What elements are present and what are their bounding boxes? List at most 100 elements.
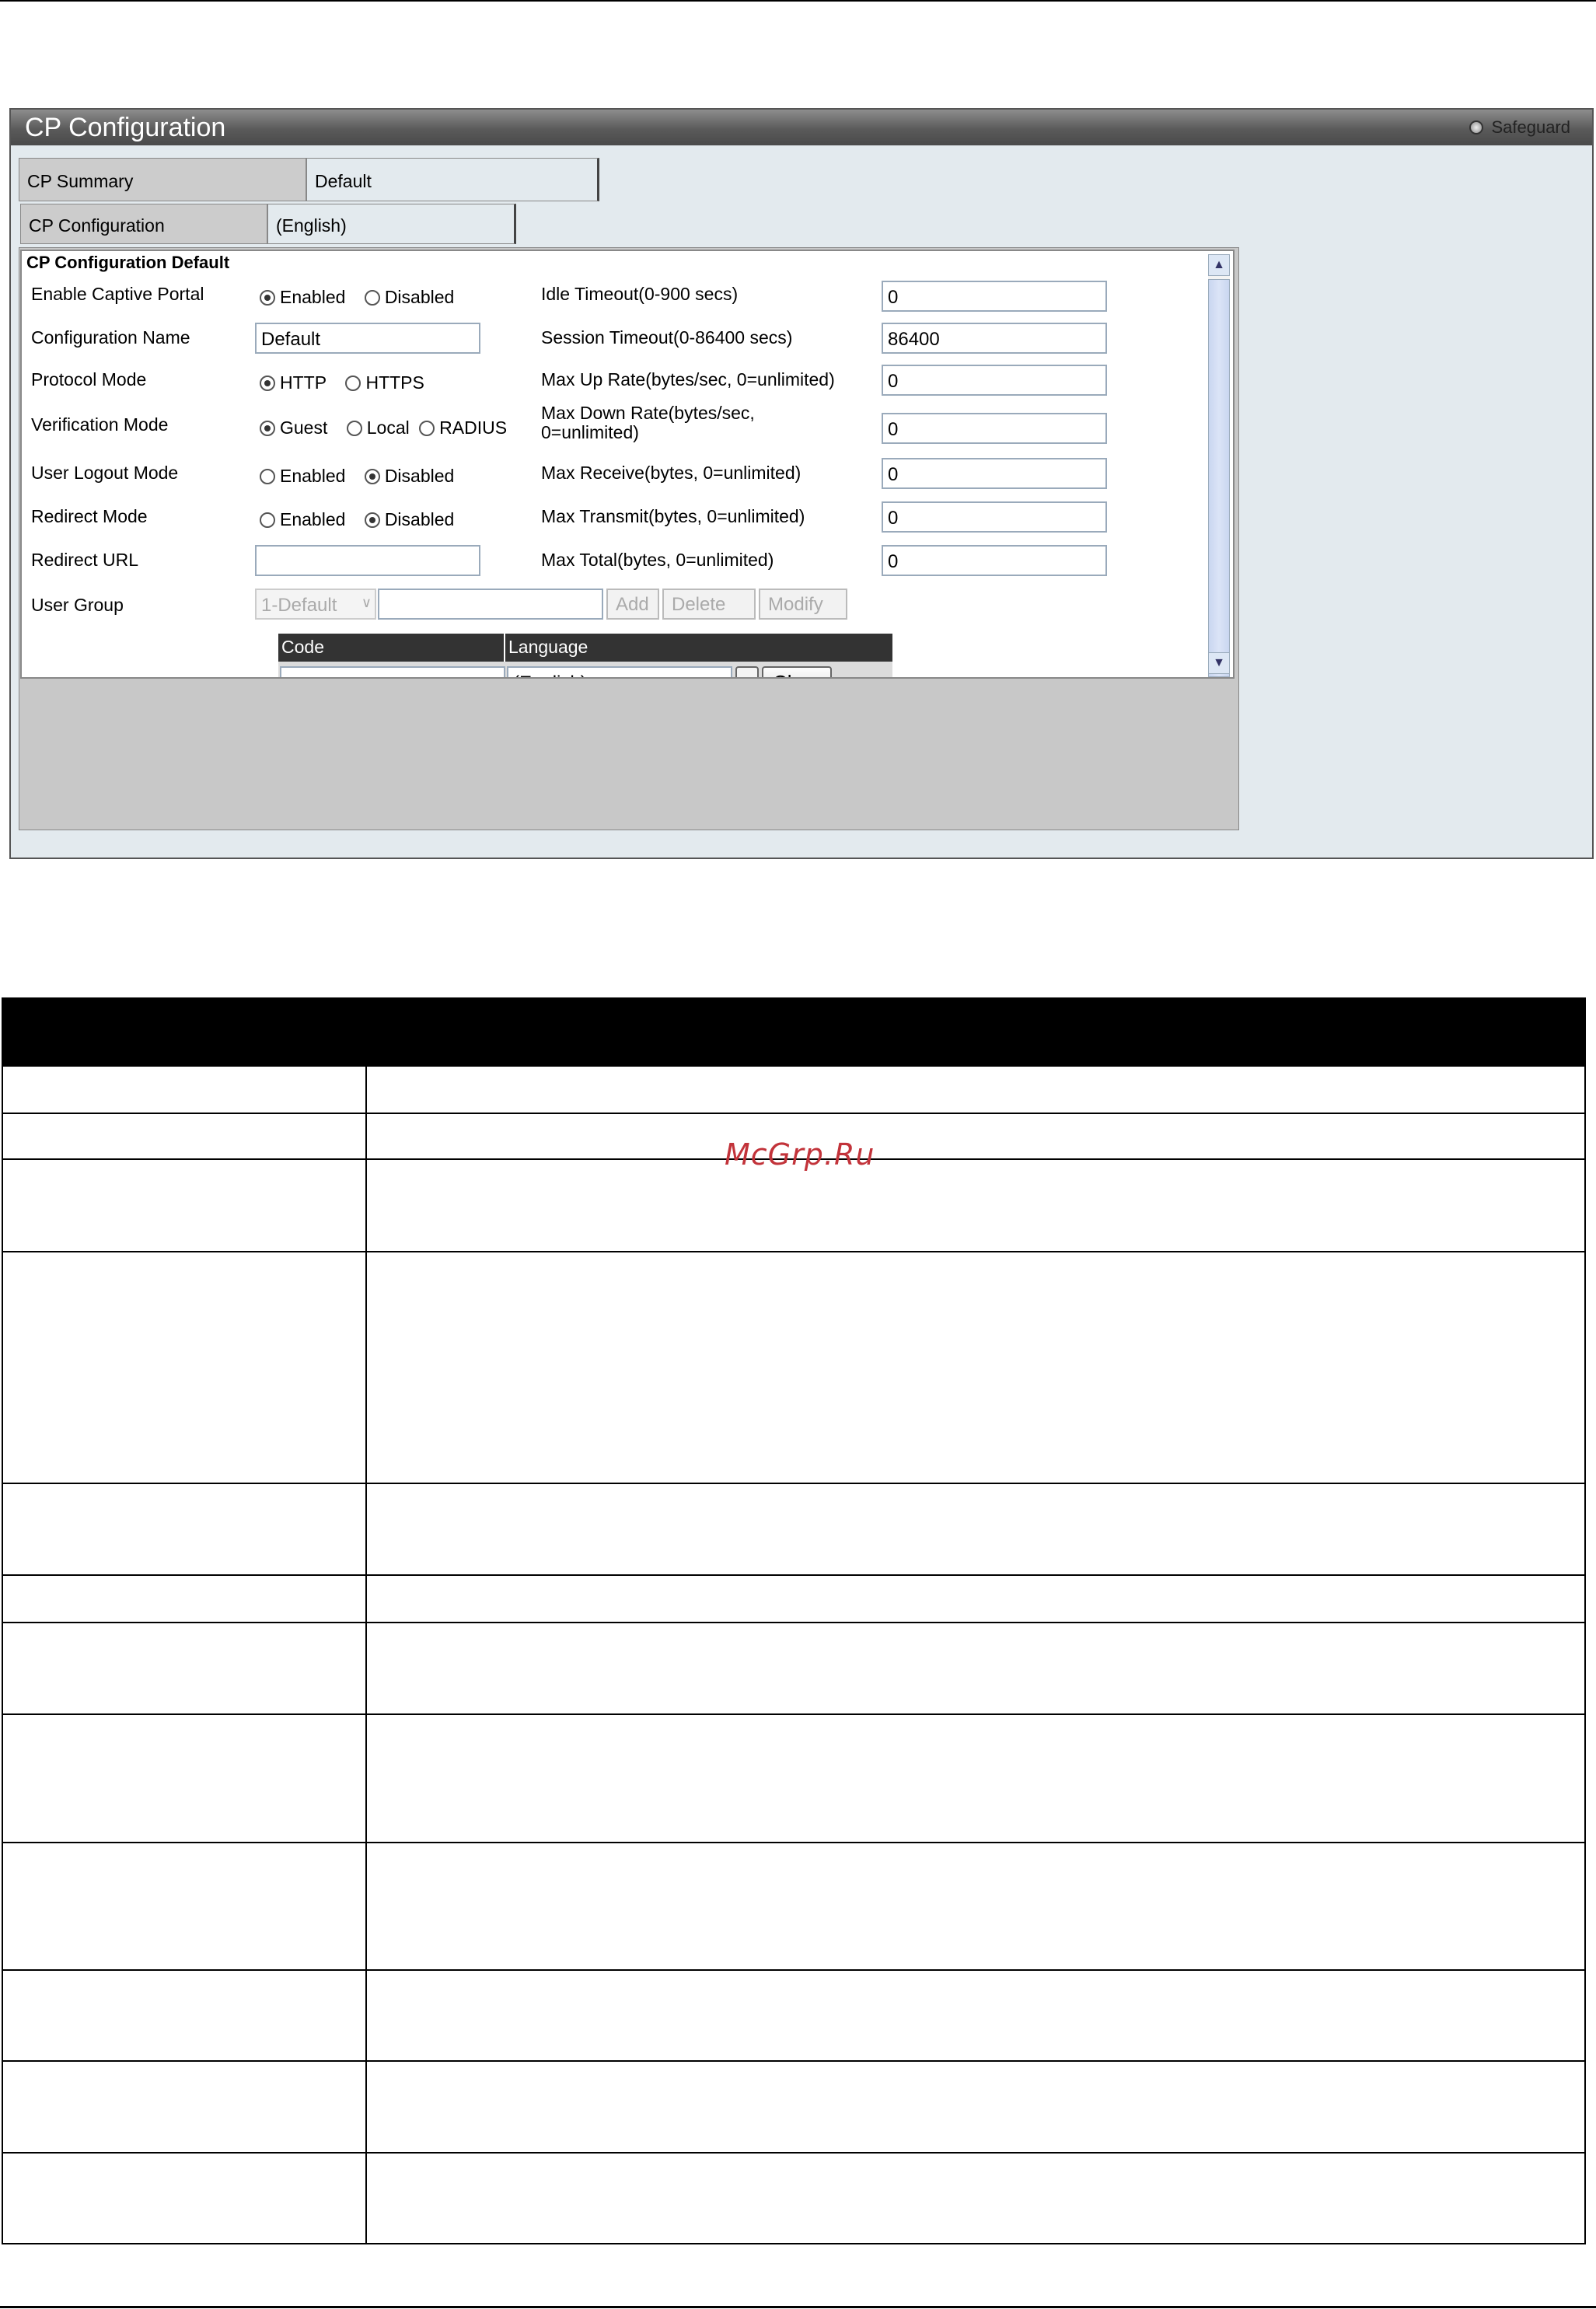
verification-mode-radio-group: Guest Local RADIUS xyxy=(260,417,507,438)
table-cell xyxy=(365,1483,1586,1576)
radio-label: Enabled xyxy=(280,287,346,307)
max-up-rate-label: Max Up Rate(bytes/sec, 0=unlimited) xyxy=(541,369,835,389)
user-logout-mode-disabled-radio[interactable]: Disabled xyxy=(364,466,455,486)
sub-tab-bar: CP Configuration (English) xyxy=(20,204,516,244)
table-cell xyxy=(2,1065,367,1114)
redirect-url-input[interactable] xyxy=(255,545,480,576)
code-column-header: Code xyxy=(278,634,504,662)
redirect-mode-enabled-radio[interactable]: Enabled xyxy=(260,509,345,529)
radio-label: Enabled xyxy=(280,466,346,486)
modify-button[interactable]: Modify xyxy=(759,589,847,620)
cp-configuration-window: CP Configuration Safeguard CP Summary De… xyxy=(9,108,1594,859)
max-receive-input[interactable]: 0 xyxy=(882,458,1107,489)
tab-english[interactable]: (English) xyxy=(267,204,516,244)
radio-empty-icon xyxy=(364,290,380,306)
table-cell xyxy=(2,1713,367,1843)
browse-button[interactable]: ... xyxy=(735,666,759,677)
code-input[interactable]: en xyxy=(280,666,505,677)
radio-label: Disabled xyxy=(384,287,455,307)
radio-label: Disabled xyxy=(384,509,455,529)
scroll-up-arrow-icon[interactable]: ▲ xyxy=(1208,254,1230,276)
session-timeout-input[interactable]: 86400 xyxy=(882,323,1107,354)
redirect-url-label: Redirect URL xyxy=(31,550,139,570)
idle-timeout-input[interactable]: 0 xyxy=(882,281,1107,312)
max-total-input[interactable]: 0 xyxy=(882,545,1107,576)
enable-captive-portal-radio-group: Enabled Disabled xyxy=(260,287,454,308)
max-up-rate-input[interactable]: 0 xyxy=(882,365,1107,396)
redirect-mode-radio-group: Enabled Disabled xyxy=(260,509,454,530)
window-title: CP Configuration xyxy=(25,113,226,142)
radio-selected-icon xyxy=(260,421,275,436)
table-cell xyxy=(365,2152,1586,2244)
delete-button[interactable]: Delete xyxy=(662,589,756,620)
max-transmit-input[interactable]: 0 xyxy=(882,501,1107,533)
verification-mode-radius-radio[interactable]: RADIUS xyxy=(419,417,507,438)
radio-label: Guest xyxy=(280,417,328,438)
tab-default[interactable]: Default xyxy=(306,158,599,201)
radio-selected-icon xyxy=(364,512,380,528)
max-transmit-label: Max Transmit(bytes, 0=unlimited) xyxy=(541,506,805,526)
radio-empty-icon xyxy=(260,512,275,528)
configuration-name-input[interactable]: Default xyxy=(255,323,480,354)
table-cell xyxy=(365,1065,1586,1114)
scroll-down-arrow-icon[interactable]: ▼ xyxy=(1208,652,1230,674)
clear-button[interactable]: Clear xyxy=(762,666,833,677)
radio-label: RADIUS xyxy=(439,417,508,438)
safeguard-label: Safeguard xyxy=(1491,117,1570,137)
label-line: 0=unlimited) xyxy=(541,422,639,442)
protocol-mode-https-radio[interactable]: HTTPS xyxy=(345,372,424,393)
radio-selected-icon xyxy=(260,376,275,391)
enable-captive-portal-label: Enable Captive Portal xyxy=(31,284,204,304)
tab-label: CP Summary xyxy=(27,171,134,191)
redirect-mode-disabled-radio[interactable]: Disabled xyxy=(364,509,455,529)
table-cell xyxy=(2,1251,367,1484)
session-timeout-label: Session Timeout(0-86400 secs) xyxy=(541,327,793,348)
table-cell xyxy=(365,1622,1586,1715)
protocol-mode-http-radio[interactable]: HTTP xyxy=(260,372,327,393)
radio-label: Disabled xyxy=(384,466,455,486)
vertical-scrollbar[interactable]: ▲ ▼ xyxy=(1208,254,1230,677)
configuration-name-label: Configuration Name xyxy=(31,327,190,348)
user-group-label: User Group xyxy=(31,595,124,615)
radio-empty-icon xyxy=(346,421,362,436)
section-title: CP Configuration Default xyxy=(26,253,230,272)
add-button[interactable]: Add xyxy=(606,589,659,620)
watermark-text: McGrp.Ru xyxy=(725,1137,875,1172)
max-down-rate-input[interactable]: 0 xyxy=(882,413,1107,444)
tab-cp-summary[interactable]: CP Summary xyxy=(19,158,306,201)
enable-captive-portal-enabled-radio[interactable]: Enabled xyxy=(260,287,345,307)
window-header: CP Configuration Safeguard xyxy=(11,110,1592,145)
table-cell xyxy=(365,1251,1586,1484)
table-row xyxy=(2,1713,1586,1843)
safeguard-indicator[interactable]: Safeguard xyxy=(1469,117,1570,138)
language-row: en (English) ... Clear xyxy=(278,662,892,677)
table-header-cell xyxy=(2,997,1586,1067)
config-form: CP Configuration Default Enable Captive … xyxy=(20,250,1235,679)
table-cell xyxy=(365,2060,1586,2154)
max-total-label: Max Total(bytes, 0=unlimited) xyxy=(541,550,774,570)
verification-mode-local-radio[interactable]: Local xyxy=(346,417,410,438)
user-logout-mode-label: User Logout Mode xyxy=(31,463,179,483)
scroll-thumb[interactable] xyxy=(1208,279,1230,677)
user-group-select[interactable]: 1-Default ∨ xyxy=(255,589,376,620)
table-row xyxy=(2,1574,1586,1623)
chevron-down-icon: ∨ xyxy=(361,595,372,610)
radio-selected-icon xyxy=(260,290,275,306)
verification-mode-guest-radio[interactable]: Guest xyxy=(260,417,327,438)
language-column-header: Language xyxy=(505,634,892,662)
user-logout-mode-enabled-radio[interactable]: Enabled xyxy=(260,466,345,486)
tab-cp-configuration[interactable]: CP Configuration xyxy=(20,204,267,244)
language-input[interactable]: (English) xyxy=(507,666,732,677)
radio-empty-icon xyxy=(345,376,361,391)
tab-label: CP Configuration xyxy=(29,215,165,236)
table-row xyxy=(2,1158,1586,1252)
enable-captive-portal-disabled-radio[interactable]: Disabled xyxy=(364,287,455,307)
table-cell xyxy=(2,2060,367,2154)
table-cell xyxy=(2,1574,367,1623)
table-cell xyxy=(365,1158,1586,1252)
idle-timeout-label: Idle Timeout(0-900 secs) xyxy=(541,284,739,304)
table-row xyxy=(2,1483,1586,1576)
top-rule xyxy=(0,0,1596,2)
select-value: 1-Default xyxy=(261,595,337,616)
user-group-input[interactable] xyxy=(378,589,603,620)
